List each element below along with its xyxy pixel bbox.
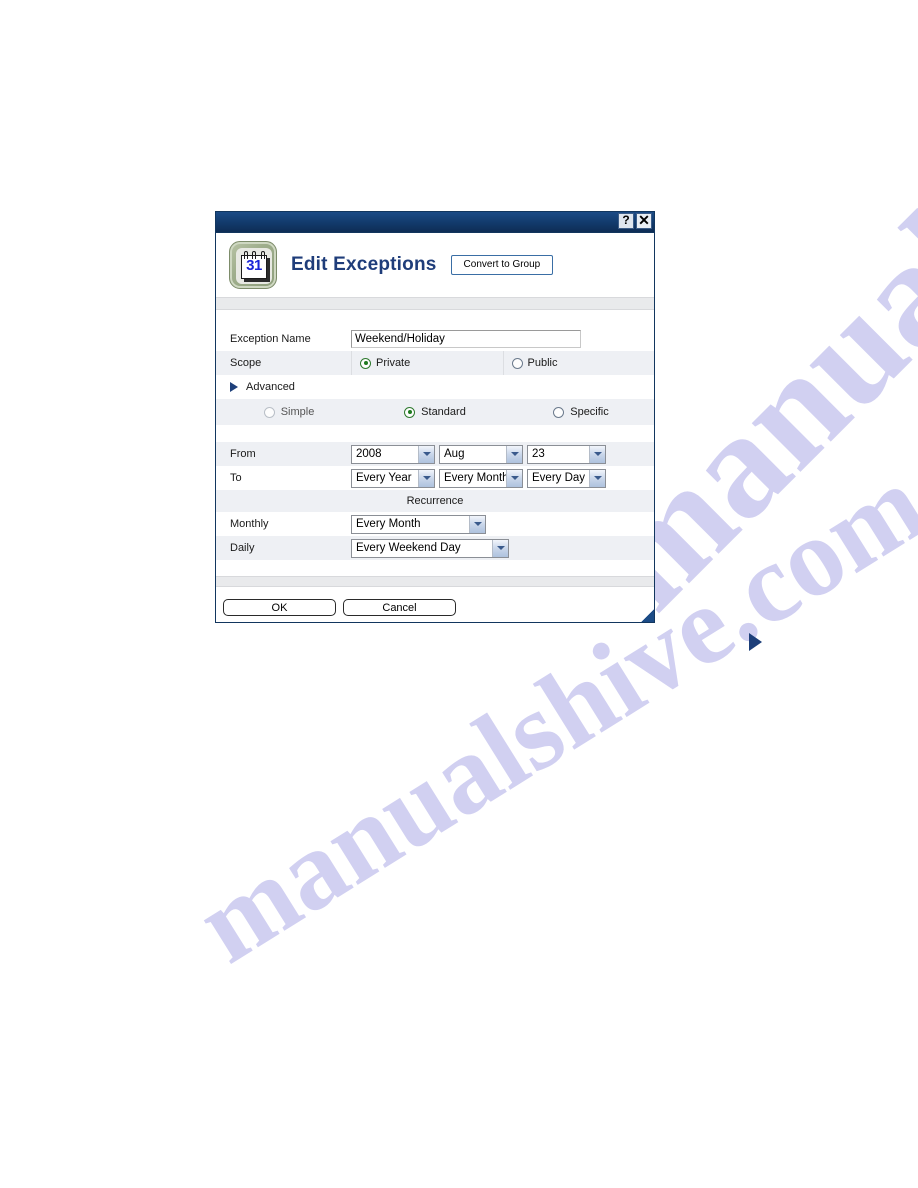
- row-daily: Daily Every Weekend Day: [216, 536, 654, 560]
- scope-private-option[interactable]: Private: [351, 351, 503, 375]
- monthly-select[interactable]: Every Month: [351, 514, 486, 534]
- from-year-value: 2008: [356, 447, 382, 460]
- to-day-value: Every Day: [532, 471, 586, 484]
- form-area: Exception Name Scope Private Public: [216, 327, 654, 593]
- chevron-down-icon[interactable]: [469, 515, 485, 533]
- chevron-down-icon[interactable]: [418, 469, 434, 487]
- scope-label: Scope: [230, 357, 262, 369]
- to-label: To: [230, 472, 242, 484]
- chevron-down-icon[interactable]: [418, 445, 434, 463]
- mode-option-standard[interactable]: Standard: [362, 406, 508, 418]
- row-exception-name: Exception Name: [216, 327, 654, 351]
- advanced-disclosure[interactable]: Advanced: [216, 375, 654, 399]
- monthly-value: Every Month: [356, 517, 421, 530]
- mode-standard-label: Standard: [421, 406, 466, 418]
- to-cell: Every Year Every Month Every Day: [351, 468, 654, 488]
- from-month-select[interactable]: Aug: [439, 444, 523, 464]
- mode-radio-group: Simple Standard Specific: [216, 399, 654, 425]
- convert-to-group-button[interactable]: Convert to Group: [450, 255, 554, 275]
- radio-simple-icon[interactable]: [263, 406, 275, 418]
- spacer-above-form: [216, 310, 654, 327]
- from-month-value: Aug: [444, 447, 465, 460]
- footer-separator-band: [216, 576, 654, 587]
- row-to: To Every Year Every Month Every Day: [216, 466, 654, 490]
- to-day-select[interactable]: Every Day: [527, 468, 606, 488]
- radio-public-icon[interactable]: [511, 357, 523, 369]
- to-year-select[interactable]: Every Year: [351, 468, 435, 488]
- mode-option-simple[interactable]: Simple: [216, 406, 362, 418]
- exception-name-cell: [351, 330, 654, 348]
- from-year-select[interactable]: 2008: [351, 444, 435, 464]
- from-label: From: [230, 448, 256, 460]
- daily-select[interactable]: Every Weekend Day: [351, 538, 509, 558]
- row-monthly: Monthly Every Month: [216, 512, 654, 536]
- page-side-marker-icon: [749, 633, 762, 651]
- page-title: Edit Exceptions: [291, 254, 437, 275]
- dialog-body: 31 Edit Exceptions Convert to Group Exce…: [216, 233, 654, 622]
- row-scope: Scope Private Public: [216, 351, 654, 375]
- dialog-footer: OK Cancel: [216, 593, 654, 622]
- to-month-value: Every Month: [444, 471, 506, 484]
- titlebar-buttons: ? ✕: [618, 213, 652, 229]
- chevron-down-icon[interactable]: [589, 469, 605, 487]
- row-from: From 2008 Aug 23: [216, 442, 654, 466]
- scope-public-option[interactable]: Public: [502, 351, 655, 375]
- exception-name-label: Exception Name: [230, 333, 311, 345]
- calendar-icon: 31: [229, 241, 277, 289]
- spacer-above-footer: [216, 560, 654, 576]
- radio-standard-icon[interactable]: [404, 406, 416, 418]
- help-icon[interactable]: ?: [618, 213, 634, 229]
- recurrence-section-header: Recurrence: [216, 490, 654, 512]
- dialog-header: 31 Edit Exceptions Convert to Group: [216, 233, 654, 297]
- chevron-down-icon[interactable]: [589, 445, 605, 463]
- radio-specific-icon[interactable]: [553, 406, 565, 418]
- document-page: manualshive.com manualshive.com ? ✕ 31 E…: [0, 0, 918, 1188]
- chevron-right-icon[interactable]: [230, 382, 238, 392]
- mode-option-specific[interactable]: Specific: [508, 406, 654, 418]
- close-icon[interactable]: ✕: [636, 213, 652, 229]
- header-separator-band: [216, 297, 654, 310]
- from-cell: 2008 Aug 23: [351, 444, 654, 464]
- to-year-value: Every Year: [356, 471, 412, 484]
- edit-exceptions-dialog: ? ✕ 31 Edit Exceptions Convert to Group …: [215, 211, 655, 623]
- scope-public-label: Public: [527, 357, 558, 369]
- monthly-label: Monthly: [230, 518, 269, 530]
- chevron-down-icon[interactable]: [506, 445, 522, 463]
- to-month-select[interactable]: Every Month: [439, 468, 523, 488]
- chevron-down-icon[interactable]: [492, 539, 508, 557]
- mode-specific-label: Specific: [570, 406, 609, 418]
- spacer-above-dates: [216, 425, 654, 442]
- resize-grip-icon[interactable]: [641, 609, 654, 622]
- daily-value: Every Weekend Day: [356, 541, 461, 554]
- mode-simple-label: Simple: [280, 406, 315, 418]
- daily-label: Daily: [230, 542, 255, 554]
- exception-name-input[interactable]: [351, 330, 581, 348]
- dialog-titlebar[interactable]: ? ✕: [216, 212, 654, 233]
- cancel-button[interactable]: Cancel: [343, 599, 456, 616]
- radio-private-icon[interactable]: [360, 357, 371, 369]
- monthly-cell: Every Month: [351, 514, 654, 534]
- chevron-down-icon[interactable]: [506, 469, 522, 487]
- calendar-icon-day: 31: [246, 257, 262, 274]
- scope-private-label: Private: [376, 357, 411, 369]
- daily-cell: Every Weekend Day: [351, 538, 654, 558]
- from-day-value: 23: [532, 447, 545, 460]
- ok-button[interactable]: OK: [223, 599, 336, 616]
- from-day-select[interactable]: 23: [527, 444, 606, 464]
- advanced-label: Advanced: [246, 381, 295, 393]
- calendar-icon-inner: 31: [236, 248, 272, 284]
